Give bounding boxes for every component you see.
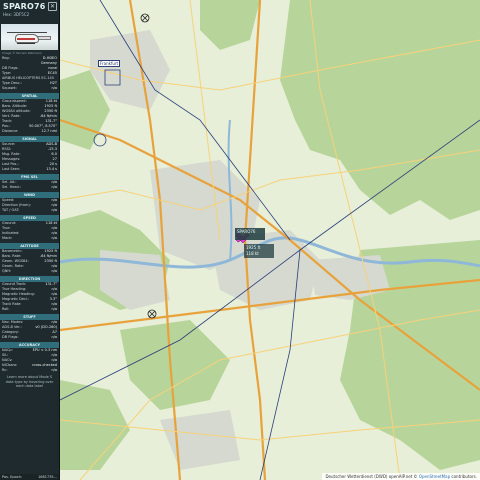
aircraft-label-text-3: 118 kt bbox=[246, 251, 259, 256]
data-row: Distance: 12.7 nmi bbox=[0, 129, 59, 134]
info-value: n/a bbox=[51, 86, 57, 90]
aircraft-label-text-2: 1925 ft bbox=[246, 245, 261, 250]
data-label: TAT / OAT: bbox=[2, 208, 20, 212]
attribution-link[interactable]: OpenStreetMap bbox=[419, 474, 450, 479]
position-epoch-value: 1681735... bbox=[38, 475, 57, 479]
data-value: n/a bbox=[51, 368, 57, 372]
aircraft-info-sidebar: SPARO76 Hex: 3DF5C2 ✕ Image © Norwin Wei… bbox=[0, 0, 60, 480]
position-epoch: Pos. Epoch: 1681735... bbox=[0, 474, 59, 480]
data-label: Mach: bbox=[2, 236, 13, 240]
data-row: Last Seen: 13.4 s bbox=[0, 167, 59, 172]
info-label: Reg: bbox=[2, 56, 10, 60]
data-value: n/a bbox=[51, 236, 57, 240]
data-value: n/a bbox=[51, 208, 57, 212]
aircraft-header: SPARO76 Hex: 3DF5C2 ✕ bbox=[0, 0, 59, 24]
data-label: DB Flags: bbox=[2, 335, 19, 339]
data-row: QNH: n/a bbox=[0, 269, 59, 274]
info-row: Squawk: n/a bbox=[0, 86, 59, 91]
attribution-prefix: Deutscher Wetterdienst (DWD) openAIP.net… bbox=[325, 474, 418, 479]
data-value: n/a bbox=[51, 185, 57, 189]
heliport-marker[interactable] bbox=[147, 309, 157, 319]
data-value: 12.7 nmi bbox=[41, 129, 57, 133]
data-label: QNH: bbox=[2, 269, 12, 273]
data-value: n/a bbox=[51, 307, 57, 311]
data-label: Sel. Head.: bbox=[2, 185, 22, 189]
data-label: Rc: bbox=[2, 368, 8, 372]
data-value: n/a bbox=[51, 335, 57, 339]
data-row: DB Flags: n/a bbox=[0, 335, 59, 340]
data-row: TAT / OAT: n/a bbox=[0, 208, 59, 213]
airport-label: Frankfurt bbox=[98, 60, 121, 67]
data-row: Roll: n/a bbox=[0, 307, 59, 312]
data-label: Last Seen: bbox=[2, 167, 21, 171]
aircraft-photo[interactable] bbox=[1, 24, 58, 50]
data-value: 13.4 s bbox=[46, 167, 57, 171]
data-row: Sel. Head.: n/a bbox=[0, 185, 59, 190]
attribution-suffix: contributors. bbox=[451, 474, 477, 479]
hex-code: Hex: 3DF5C2 bbox=[3, 12, 30, 17]
data-label: Roll: bbox=[2, 307, 10, 311]
airport-marker[interactable] bbox=[140, 13, 150, 23]
data-label: Distance: bbox=[2, 129, 19, 133]
close-icon[interactable]: ✕ bbox=[48, 2, 57, 11]
info-note: Learn more about Mode S data type by hov… bbox=[5, 375, 54, 388]
position-epoch-label: Pos. Epoch: bbox=[2, 475, 23, 479]
data-row: Mach: n/a bbox=[0, 236, 59, 241]
map-attribution: Deutscher Wetterdienst (DWD) openAIP.net… bbox=[322, 473, 480, 480]
map-canvas[interactable] bbox=[60, 0, 480, 480]
info-label: Squawk: bbox=[2, 86, 17, 90]
map-view[interactable]: SPARO76 1925 ft 118 kt Frankfurt Deutsch… bbox=[60, 0, 480, 480]
aircraft-label-text-1: SPARO76 bbox=[237, 229, 256, 234]
aircraft-info: Reg: D-HDEO Germany DB Flags: none Type: EC45 A… bbox=[0, 56, 59, 91]
data-value: n/a bbox=[51, 269, 57, 273]
info-sections: SPATIAL Groundspeed: 118 kt Baro. Altitude:… bbox=[0, 93, 59, 373]
